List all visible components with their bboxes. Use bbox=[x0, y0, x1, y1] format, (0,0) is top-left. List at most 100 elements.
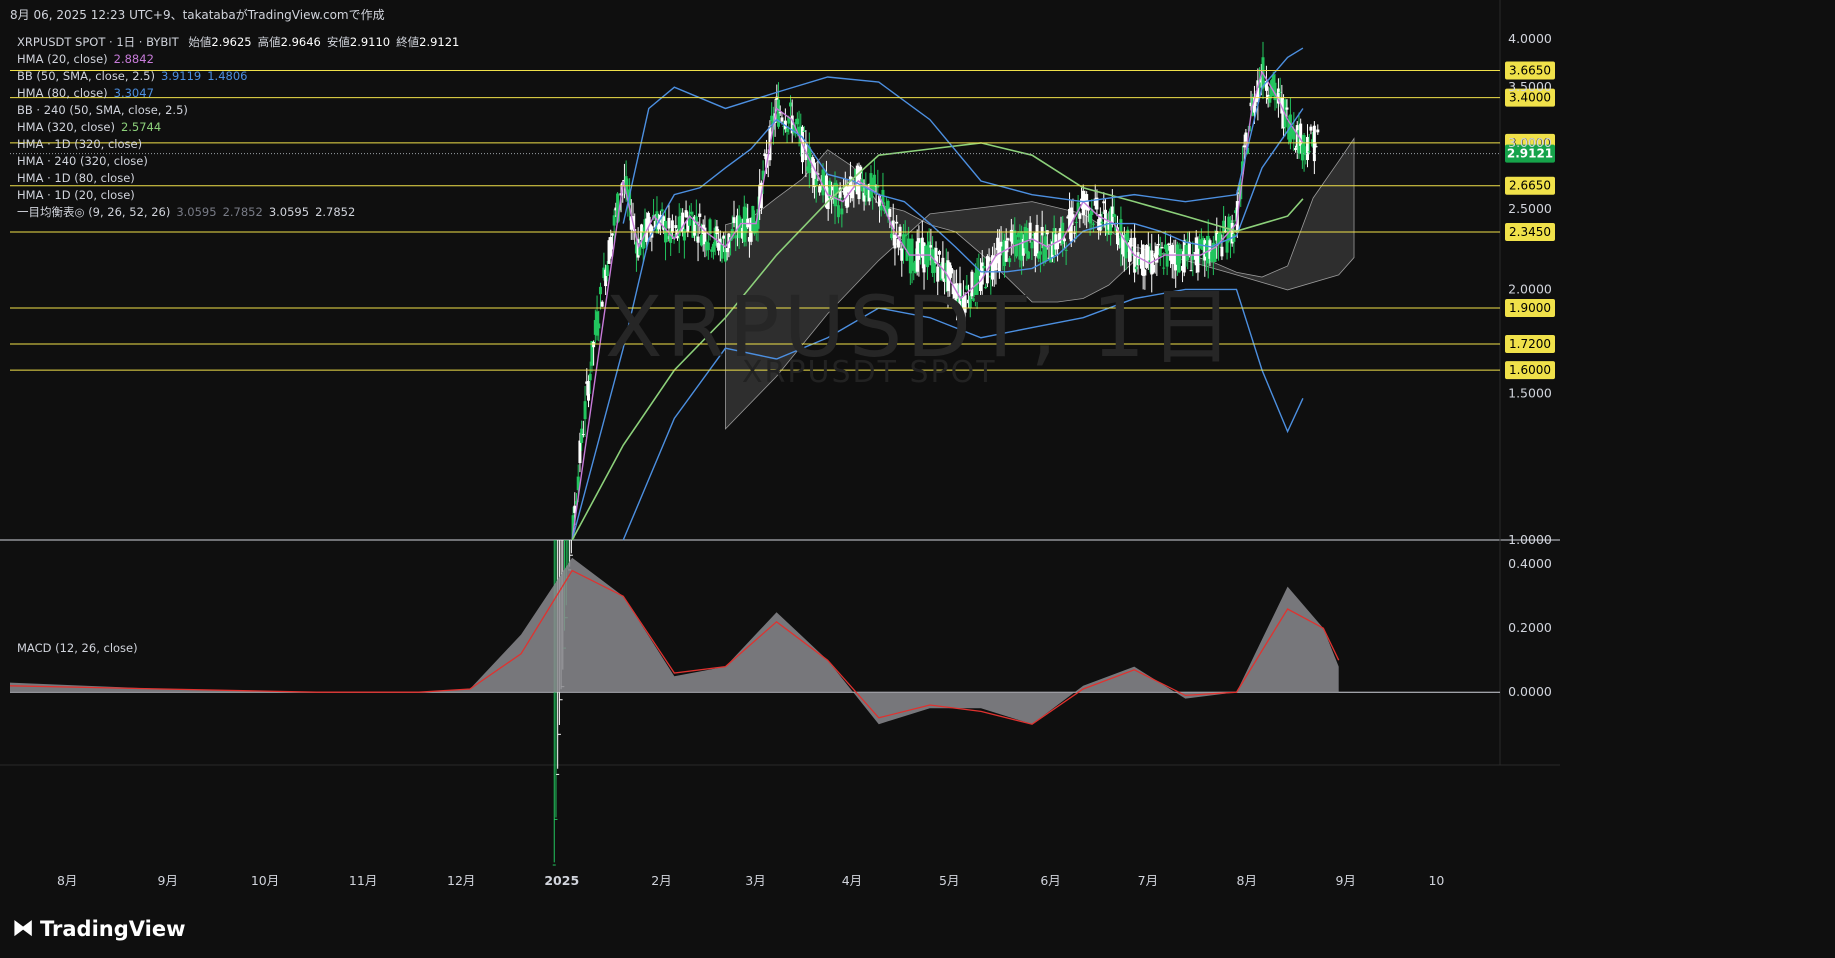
indicator-row[interactable]: HMA · 240 (320, close) bbox=[17, 153, 459, 170]
candle bbox=[569, 540, 573, 556]
macd-tick-label: 0.0000 bbox=[1508, 684, 1552, 699]
indicator-row[interactable]: HMA (20, close) 2.8842 bbox=[17, 51, 459, 68]
indicator-row[interactable]: HMA · 1D (20, close) bbox=[17, 187, 459, 204]
indicator-row[interactable]: HMA (320, close) 2.5744 bbox=[17, 119, 459, 136]
candle bbox=[698, 203, 702, 234]
indicator-row[interactable]: BB · 240 (50, SMA, close, 2.5) bbox=[17, 102, 459, 119]
indicator-label: HMA · 1D (320, close) bbox=[17, 137, 143, 151]
candle bbox=[706, 233, 710, 260]
indicator-label: 一目均衡表◎ (9, 26, 52, 26) bbox=[17, 205, 171, 219]
indicator-row[interactable]: HMA (80, close) 3.3047 bbox=[17, 85, 459, 102]
time-tick-label: 7月 bbox=[1138, 873, 1158, 888]
candle bbox=[1312, 121, 1316, 175]
candle bbox=[703, 215, 707, 258]
candle bbox=[600, 300, 604, 308]
time-tick-label: 9月 bbox=[158, 873, 178, 888]
hma80-line bbox=[571, 108, 1304, 541]
candle bbox=[650, 225, 654, 252]
level-label: 3.6650 bbox=[1509, 64, 1551, 78]
indicator-row[interactable]: 一目均衡表◎ (9, 26, 52, 26) 3.0595 2.7852 3.0595… bbox=[17, 204, 459, 221]
macd-signal-line bbox=[9, 569, 1340, 725]
symbol-row[interactable]: XRPUSDT SPOT · 1日 · BYBIT 始値2.9625 高値2.96… bbox=[17, 34, 459, 51]
candle bbox=[785, 126, 789, 143]
macd-histogram bbox=[10, 557, 1339, 725]
candle bbox=[881, 172, 885, 204]
time-tick-label: 10月 bbox=[251, 873, 279, 888]
candle bbox=[1256, 68, 1260, 121]
candle bbox=[937, 249, 941, 264]
indicator-label: BB · 240 (50, SMA, close, 2.5) bbox=[17, 103, 188, 117]
indicator-value: 3.9119 bbox=[160, 69, 202, 83]
candle bbox=[1158, 236, 1162, 266]
indicator-value: 3.0595 bbox=[176, 205, 217, 219]
price-tick-label: 1.0000 bbox=[1508, 532, 1552, 547]
indicator-label: BB (50, SMA, close, 2.5) bbox=[17, 69, 155, 83]
price-tick-label: 2.0000 bbox=[1508, 281, 1552, 296]
hma20-line bbox=[571, 70, 1304, 541]
level-label: 1.7200 bbox=[1509, 337, 1551, 351]
time-tick-label: 8月 bbox=[57, 873, 77, 888]
time-tick-label: 2月 bbox=[651, 873, 671, 888]
candle bbox=[1316, 124, 1320, 135]
price-tick-label: 2.5000 bbox=[1508, 201, 1552, 216]
candle bbox=[1160, 242, 1164, 249]
time-tick-label: 10 bbox=[1428, 873, 1444, 888]
candle bbox=[800, 125, 804, 174]
tradingview-logo[interactable]: ⧓ TradingView bbox=[12, 916, 185, 941]
candle bbox=[965, 275, 969, 291]
hma320-line bbox=[571, 142, 1304, 541]
symbol-title: XRPUSDT SPOT · 1日 · BYBIT bbox=[17, 35, 179, 49]
candle bbox=[708, 217, 712, 241]
candle bbox=[1141, 244, 1145, 290]
time-tick-label: 9月 bbox=[1335, 873, 1355, 888]
indicator-label: HMA (20, close) bbox=[17, 52, 108, 66]
indicator-value: 1.4806 bbox=[207, 69, 248, 83]
time-tick-label: 12月 bbox=[447, 873, 475, 888]
indicator-row[interactable]: HMA · 1D (320, close) bbox=[17, 136, 459, 153]
indicator-row[interactable]: BB (50, SMA, close, 2.5) 3.9119 1.4806 bbox=[17, 68, 459, 85]
candle bbox=[970, 269, 974, 300]
macd-tick-label: 0.4000 bbox=[1508, 556, 1552, 571]
candle bbox=[789, 95, 793, 116]
candle bbox=[1165, 243, 1169, 276]
price-legend: XRPUSDT SPOT · 1日 · BYBIT 始値2.9625 高値2.96… bbox=[17, 34, 459, 221]
candle bbox=[1222, 206, 1226, 242]
candle bbox=[872, 158, 876, 195]
candle bbox=[689, 203, 693, 217]
time-tick-label: 6月 bbox=[1040, 873, 1060, 888]
indicator-value: 2.5744 bbox=[120, 120, 162, 134]
candle bbox=[684, 200, 688, 219]
level-label: 1.6000 bbox=[1509, 363, 1551, 377]
candle bbox=[696, 221, 700, 262]
indicator-row[interactable]: HMA · 1D (80, close) bbox=[17, 170, 459, 187]
candle bbox=[968, 293, 972, 318]
time-tick-label: 8月 bbox=[1237, 873, 1257, 888]
brand-name: TradingView bbox=[40, 916, 186, 941]
indicator-value: 3.3047 bbox=[113, 86, 154, 100]
indicator-label: HMA · 1D (20, close) bbox=[17, 188, 135, 202]
time-tick-label: 4月 bbox=[842, 873, 862, 888]
ohlc-1: 高値2.9646 bbox=[257, 35, 321, 49]
ohlc-values: 始値2.9625 高値2.9646 安値2.9110 終値2.9121 bbox=[182, 35, 459, 49]
indicator-label: HMA (320, close) bbox=[17, 120, 115, 134]
snapshot-timestamp: 8月 06, 2025 12:23 UTC+9、takatabaがTrading… bbox=[10, 8, 385, 22]
candle bbox=[1218, 227, 1222, 248]
candle bbox=[1187, 231, 1191, 258]
candle bbox=[893, 233, 897, 266]
tradingview-logo-icon: ⧓ bbox=[12, 916, 34, 941]
candle bbox=[876, 169, 880, 194]
macd-legend[interactable]: MACD (12, 26, close) bbox=[17, 641, 138, 655]
time-tick-label: 3月 bbox=[745, 873, 765, 888]
macd-tick-label: 0.2000 bbox=[1508, 620, 1552, 635]
indicator-label: HMA · 240 (320, close) bbox=[17, 154, 148, 168]
candle bbox=[595, 295, 599, 341]
indicator-value: 2.7852 bbox=[315, 205, 356, 219]
candle bbox=[984, 283, 988, 290]
candle bbox=[1302, 132, 1306, 172]
candle bbox=[583, 385, 587, 438]
time-tick-label: 5月 bbox=[939, 873, 959, 888]
ohlc-3: 終値2.9121 bbox=[396, 35, 460, 49]
indicator-list: HMA (20, close) 2.8842 BB (50, SMA, close,… bbox=[17, 51, 459, 221]
ohlc-0: 始値2.9625 bbox=[188, 35, 252, 49]
price-tick-label: 3.5000 bbox=[1508, 79, 1552, 94]
